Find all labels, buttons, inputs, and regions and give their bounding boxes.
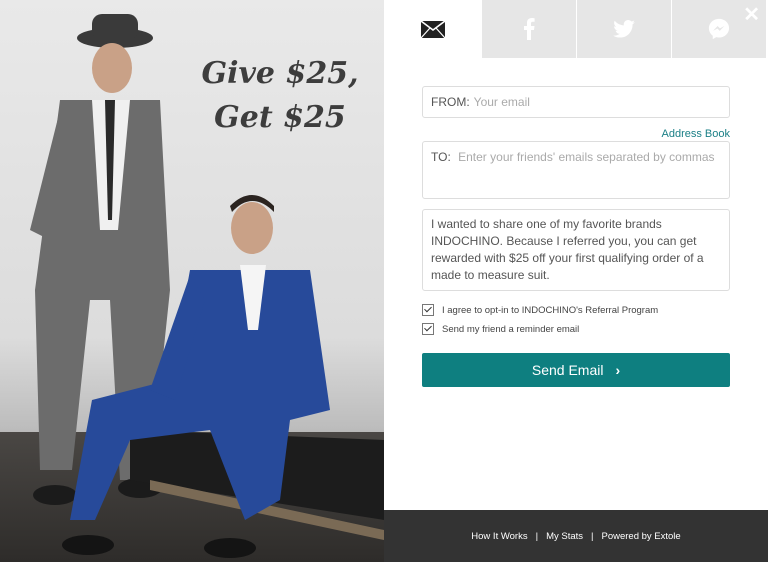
from-placeholder: Your email [473, 95, 530, 109]
tab-twitter[interactable] [576, 0, 671, 58]
from-email-field[interactable]: FROM: Your email [422, 86, 730, 118]
promo-line-1: Give $25, [201, 56, 359, 91]
close-icon[interactable]: ✕ [743, 5, 760, 25]
promo-headline: Give $25, Get $25 [200, 52, 360, 140]
facebook-icon [524, 18, 535, 40]
share-tabs [384, 0, 768, 58]
opt-in-checkbox[interactable] [422, 304, 434, 316]
chevron-right-icon: › [615, 362, 621, 378]
message-textarea[interactable]: I wanted to share one of my favorite bra… [422, 209, 730, 291]
how-it-works-link[interactable]: How It Works [471, 531, 527, 542]
opt-in-row: I agree to opt-in to INDOCHINO's Referra… [422, 304, 658, 316]
footer-separator: | [591, 530, 594, 542]
footer-bar: How It Works | My Stats | Powered by Ext… [384, 510, 768, 562]
to-label: TO: [431, 150, 451, 164]
messenger-icon [708, 18, 730, 40]
promo-line-2: Get $25 [214, 100, 346, 135]
to-placeholder: Enter your friends' emails separated by … [458, 150, 715, 164]
address-book-link[interactable]: Address Book [662, 128, 730, 140]
to-emails-field[interactable]: TO: Enter your friends' emails separated… [422, 141, 730, 199]
hero-image: Give $25, Get $25 [0, 0, 384, 562]
send-email-button[interactable]: Send Email › [422, 353, 730, 387]
tab-email[interactable] [384, 0, 481, 58]
opt-in-label: I agree to opt-in to INDOCHINO's Referra… [442, 304, 659, 316]
footer-separator: | [535, 530, 539, 542]
reminder-label: Send my friend a reminder email [442, 323, 580, 335]
envelope-icon [420, 20, 445, 38]
tab-facebook[interactable] [481, 0, 576, 58]
reminder-checkbox[interactable] [422, 323, 434, 335]
from-label: FROM: [431, 95, 470, 109]
my-stats-link[interactable]: My Stats [546, 531, 583, 542]
send-email-label: Send Email [531, 362, 604, 378]
reminder-row: Send my friend a reminder email [422, 323, 579, 335]
powered-by-link[interactable]: Powered by Extole [601, 531, 680, 542]
twitter-icon [613, 20, 635, 38]
